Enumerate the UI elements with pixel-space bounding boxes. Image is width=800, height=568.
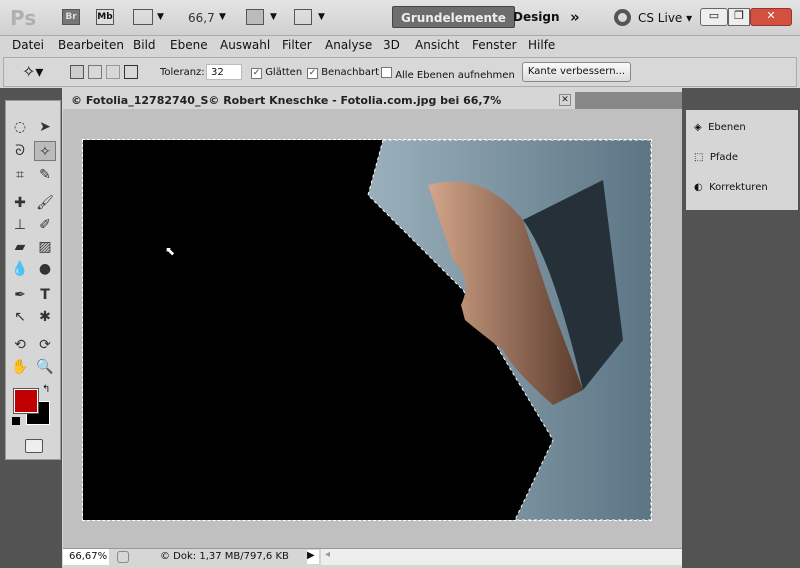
type-tool-icon[interactable]: T [34,285,56,305]
menu-hilfe[interactable]: Hilfe [528,38,555,52]
custom-shape-tool-icon[interactable]: ✱ [34,307,56,327]
menu-ansicht[interactable]: Ansicht [415,38,459,52]
zoom-field[interactable]: 66,67% [63,549,109,565]
3d-rotate-tool-icon[interactable]: ⟲ [9,335,31,355]
hand-tool-icon[interactable]: ✋ [9,357,31,377]
screen-mode-icon[interactable] [294,9,312,25]
workspace-grundelemente[interactable]: Grundelemente [392,6,515,28]
new-selection-icon[interactable] [70,65,84,79]
magic-wand-tool-icon[interactable]: ✧ [34,141,56,161]
menu-3d[interactable]: 3D [383,38,400,52]
menu-datei[interactable]: Datei [12,38,44,52]
tolerance-input[interactable]: 32 [206,64,242,80]
gradient-tool-icon[interactable]: ▨ [34,237,56,257]
smooth-label: Glätten [265,67,303,78]
chevron-down-icon[interactable]: ▼ [219,12,226,22]
contiguous-label: Benachbart [321,67,380,78]
all-layers-checkbox[interactable]: Alle Ebenen aufnehmen [381,67,515,81]
photo-hooded-man [367,139,652,521]
panel-ebenen[interactable]: ◈ Ebenen [694,122,746,133]
clone-stamp-tool-icon[interactable]: ⊥ [9,215,31,235]
magic-wand-tool-preset-icon[interactable]: ✧▾ [22,62,43,81]
quick-mask-icon[interactable] [25,439,43,453]
3d-orbit-tool-icon[interactable]: ⟳ [34,335,56,355]
menu-bild[interactable]: Bild [133,38,156,52]
all-layers-label: Alle Ebenen aufnehmen [395,70,515,81]
horizontal-scrollbar[interactable]: ◂ [321,549,682,565]
document-size: © Dok: 1,37 MB/797,6 KB [160,551,289,562]
magic-wand-cursor-icon: ⬉ [165,244,176,258]
blur-tool-icon[interactable]: 💧 [9,259,31,279]
panel-label: Korrekturen [709,182,768,193]
move-tool-icon[interactable]: ➤ [34,117,56,137]
restore-button[interactable]: ❐ [728,8,750,26]
document-tab[interactable]: © Fotolia_12782740_S© Robert Kneschke - … [63,92,575,120]
dodge-tool-icon[interactable]: ● [34,259,56,279]
layers-icon: ◈ [694,122,702,133]
menu-auswahl[interactable]: Auswahl [220,38,270,52]
intersect-selection-icon[interactable] [124,65,138,79]
cs-live-icon [614,9,631,26]
image-canvas[interactable] [82,139,652,521]
tab-bar-empty [575,92,682,109]
status-preview-icon[interactable] [117,551,129,563]
extras-icon[interactable] [133,9,153,25]
close-document-icon[interactable]: ✕ [559,94,571,106]
cs-live-menu[interactable]: CS Live ▾ [638,11,692,25]
tolerance-label: Toleranz: [160,67,205,78]
refine-edge-button[interactable]: Kante verbessern... [522,62,631,82]
history-brush-tool-icon[interactable]: ✐ [34,215,56,235]
subtract-from-selection-icon[interactable] [106,65,120,79]
path-selection-tool-icon[interactable]: ↖ [9,307,31,327]
eyedropper-tool-icon[interactable]: ✎ [34,165,56,185]
pen-tool-icon[interactable]: ✒ [9,285,31,305]
menu-fenster[interactable]: Fenster [472,38,517,52]
panel-korrekturen[interactable]: ◐ Korrekturen [694,182,768,193]
chevron-down-icon[interactable]: ▼ [270,12,277,22]
photoshop-logo: Ps [10,6,37,30]
status-bar: 66,67% © Dok: 1,37 MB/797,6 KB ▶ ◂ [63,548,682,565]
mini-bridge-button[interactable]: Mb [96,9,114,25]
zoom-level[interactable]: 66,7 [188,11,215,25]
brush-tool-icon[interactable]: 🖌 [34,193,56,213]
paths-icon: ⬚ [694,152,704,163]
status-menu-arrow-icon[interactable]: ▶ [307,550,319,564]
add-to-selection-icon[interactable] [88,65,102,79]
arrange-documents-icon[interactable] [246,9,264,25]
menu-analyse[interactable]: Analyse [325,38,372,52]
more-workspaces-icon[interactable]: » [562,6,588,28]
panel-label: Ebenen [708,122,746,133]
lasso-tool-icon[interactable]: ᘐ [9,141,31,161]
bridge-button[interactable]: Br [62,9,80,25]
default-colors-icon[interactable] [12,417,20,425]
close-button[interactable]: ✕ [750,8,792,26]
panel-label: Pfade [709,152,738,163]
swap-colors-icon[interactable]: ↰ [42,384,50,395]
healing-brush-tool-icon[interactable]: ✚ [9,193,31,213]
panel-pfade[interactable]: ⬚ Pfade [694,152,738,163]
menu-bar: Datei Bearbeiten Bild Ebene Auswahl Filt… [0,36,800,56]
adjustments-icon: ◐ [694,182,703,193]
menu-bearbeiten[interactable]: Bearbeiten [58,38,124,52]
menu-ebene[interactable]: Ebene [170,38,208,52]
foreground-color-swatch[interactable] [13,388,39,414]
cs-live-label: CS Live [638,11,683,25]
crop-tool-icon[interactable]: ⌗ [9,165,31,185]
application-bar: Ps Br Mb ▼ 66,7 ▼ ▼ ▼ Grundelemente Desi… [0,0,800,36]
menu-filter[interactable]: Filter [282,38,312,52]
zoom-tool-icon[interactable]: 🔍 [34,357,56,377]
contiguous-checkbox[interactable]: ✓ Benachbart [307,67,379,79]
chevron-down-icon[interactable]: ▼ [157,12,164,22]
marquee-tool-icon[interactable]: ◌ [9,117,31,137]
toolbox: ◌ ➤ ᘐ ✧ ⌗ ✎ ✚ 🖌 ⊥ ✐ ▰ ▨ 💧 ● ✒ T ↖ ✱ ⟲ ⟳ … [5,100,61,460]
smooth-checkbox[interactable]: ✓ Glätten [251,67,302,79]
minimize-button[interactable]: ▭ [700,8,728,26]
workspace-design[interactable]: Design [505,6,568,28]
chevron-down-icon[interactable]: ▼ [318,12,325,22]
eraser-tool-icon[interactable]: ▰ [9,237,31,257]
